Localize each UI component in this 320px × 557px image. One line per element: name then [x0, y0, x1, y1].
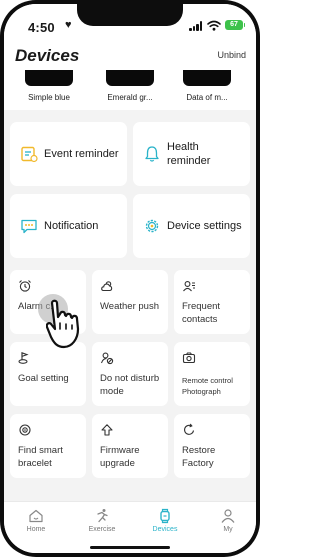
- watch-face-preview: [106, 70, 154, 86]
- running-icon: [97, 509, 108, 523]
- notification-label: Notification: [44, 220, 99, 232]
- status-time: 4:50: [28, 20, 55, 35]
- find-bracelet-card[interactable]: Find smart bracelet: [10, 414, 86, 478]
- gear-icon: [145, 219, 159, 233]
- restore-icon: [184, 423, 195, 435]
- watch-face-name: Simple blue: [28, 93, 70, 102]
- restore-factory-card[interactable]: Restore Factory: [174, 414, 250, 478]
- do-not-disturb-icon: [100, 352, 114, 365]
- camera-notch: [77, 4, 183, 26]
- tab-home[interactable]: Home: [16, 508, 56, 533]
- watch-face-preview: [25, 70, 73, 86]
- cellular-signal-icon: [189, 21, 203, 31]
- battery-indicator: 67: [225, 20, 245, 30]
- firmware-upgrade-icon: [101, 424, 113, 436]
- weather-push-label: Weather push: [100, 301, 159, 312]
- page-header: Devices Unbind: [4, 40, 256, 70]
- pointing-hand-icon: [46, 299, 80, 349]
- health-reminder-label: Health reminder: [167, 141, 211, 167]
- goal-icon: [18, 352, 29, 364]
- event-reminder-card[interactable]: Event reminder: [10, 122, 127, 186]
- event-reminder-label: Event reminder: [44, 148, 119, 160]
- tab-devices-label: Devices: [152, 526, 178, 533]
- bell-icon: [145, 146, 159, 162]
- weather-push-card[interactable]: Weather push: [92, 270, 168, 334]
- tab-my-label: My: [223, 526, 233, 533]
- tab-exercise[interactable]: Exercise: [82, 508, 122, 533]
- remote-camera-card[interactable]: Remote control Photograph: [174, 342, 250, 406]
- app-screen: 4:50 ♥ 67 Devices Unbind Simple blue Eme…: [4, 4, 256, 553]
- home-icon: [29, 509, 43, 523]
- notification-icon: [21, 219, 37, 234]
- device-settings-card[interactable]: Device settings: [133, 194, 250, 258]
- tab-exercise-label: Exercise: [88, 526, 116, 533]
- goal-setting-label: Goal setting: [18, 373, 69, 384]
- watch-face-preview: [183, 70, 231, 86]
- tab-home-label: Home: [26, 526, 46, 533]
- unbind-button[interactable]: Unbind: [217, 50, 246, 60]
- notification-card[interactable]: Notification: [10, 194, 127, 258]
- frequent-contacts-label: Frequent contacts: [182, 301, 221, 325]
- watch-face-name: Emerald gr...: [107, 93, 153, 102]
- tab-devices[interactable]: Devices: [145, 508, 185, 533]
- goal-setting-card[interactable]: Goal setting: [10, 342, 86, 406]
- wifi-icon: [207, 20, 221, 31]
- phone-frame: 4:50 ♥ 67 Devices Unbind Simple blue Eme…: [0, 0, 260, 557]
- watch-face-item[interactable]: Simple blue: [19, 70, 79, 102]
- find-bracelet-icon: [19, 424, 31, 436]
- tab-my[interactable]: My: [208, 508, 248, 533]
- alarm-clock-icon: [19, 280, 31, 292]
- watch-face-item[interactable]: Data of m...: [177, 70, 237, 102]
- do-not-disturb-card[interactable]: Do not disturb mode: [92, 342, 168, 406]
- do-not-disturb-label: Do not disturb mode: [100, 373, 160, 397]
- watch-face-strip[interactable]: Simple blue Emerald gr... Data of m...: [4, 70, 256, 110]
- device-settings-label: Device settings: [167, 220, 242, 232]
- weather-icon: [101, 281, 113, 292]
- watch-face-name: Data of m...: [186, 93, 228, 102]
- event-reminder-icon: [21, 146, 38, 163]
- find-bracelet-label: Find smart bracelet: [18, 445, 63, 469]
- home-indicator: [90, 546, 170, 549]
- watch-face-item[interactable]: Emerald gr...: [100, 70, 160, 102]
- firmware-upgrade-label: Firmware upgrade: [100, 445, 140, 469]
- watch-icon: [160, 508, 170, 524]
- heart-icon: ♥: [65, 19, 72, 31]
- restore-factory-label: Restore Factory: [182, 445, 216, 469]
- camera-icon: [182, 352, 196, 364]
- frequent-contacts-card[interactable]: Frequent contacts: [174, 270, 250, 334]
- bottom-tab-bar: Home Exercise Devices My: [4, 501, 256, 553]
- firmware-upgrade-card[interactable]: Firmware upgrade: [92, 414, 168, 478]
- contacts-icon: [183, 281, 195, 292]
- person-icon: [221, 509, 235, 523]
- remote-camera-label: Remote control Photograph: [182, 376, 233, 396]
- page-title: Devices: [15, 46, 80, 65]
- health-reminder-card[interactable]: Health reminder: [133, 122, 250, 186]
